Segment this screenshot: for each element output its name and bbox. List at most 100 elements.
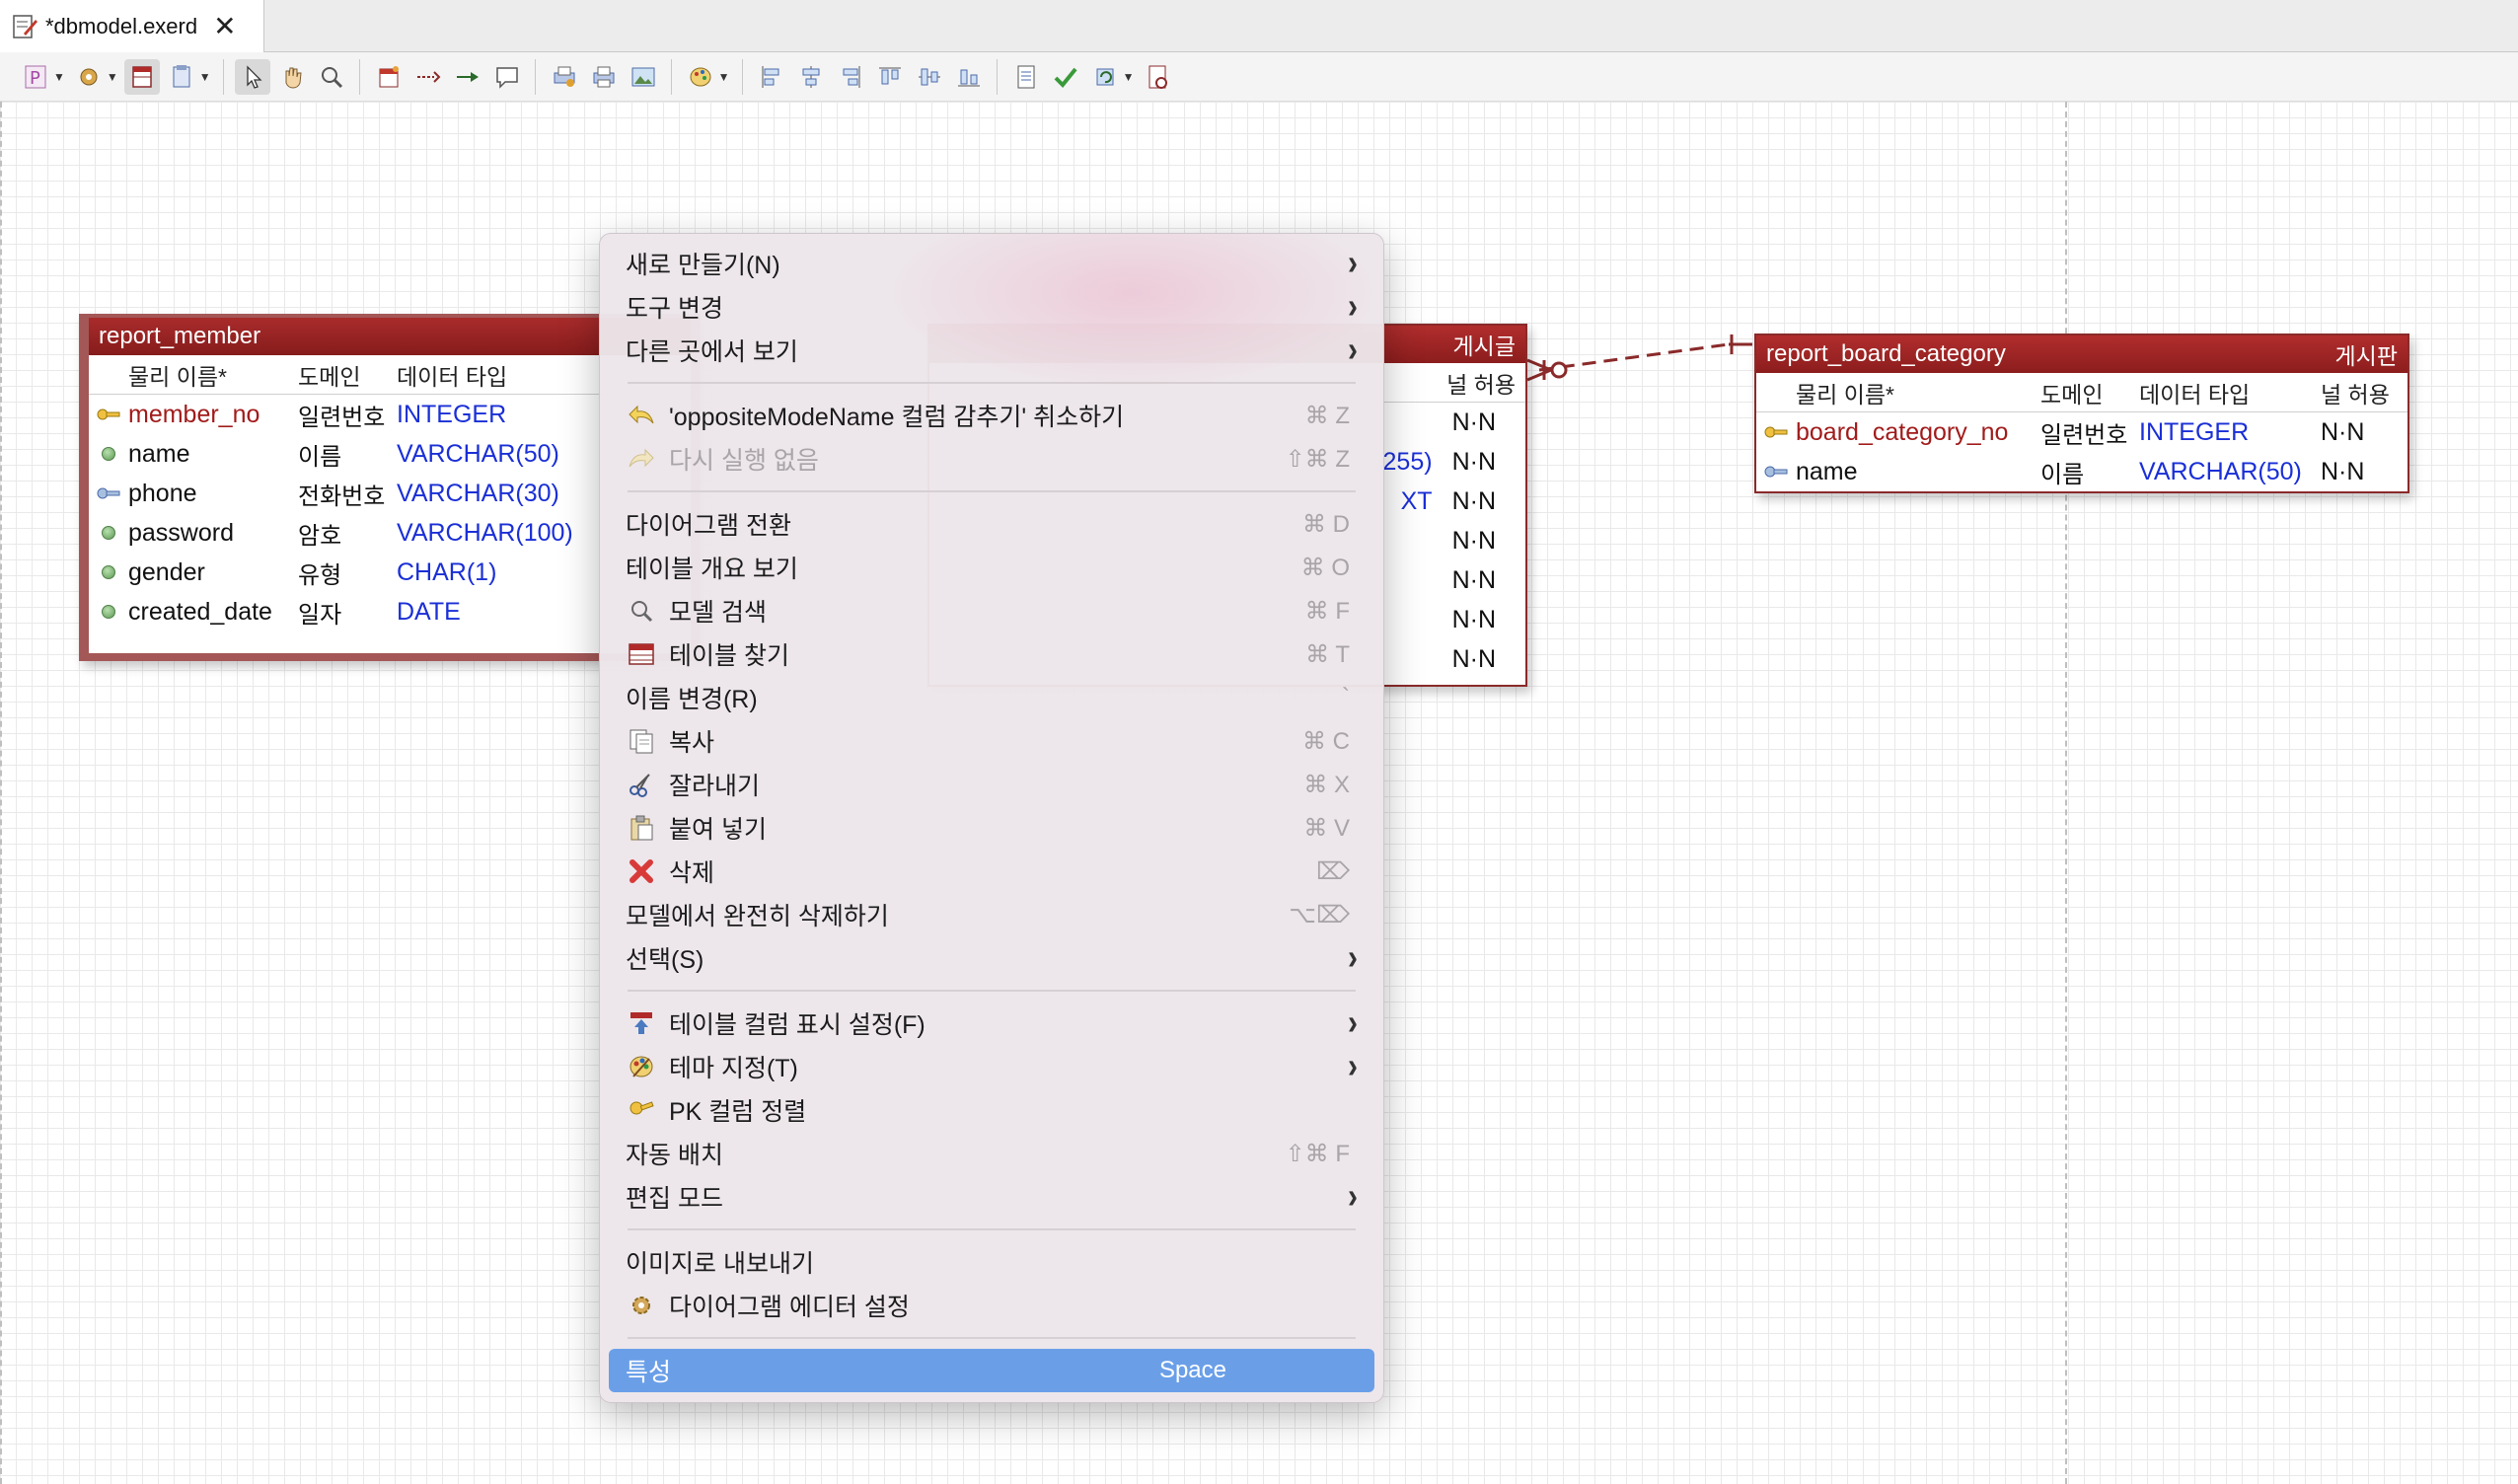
column-data-type: DATE [397,597,461,626]
column-physical-name: gender [128,557,205,586]
submenu-chevron-icon: › [1348,937,1358,978]
print-setup-icon[interactable] [547,59,582,95]
doc-icon[interactable] [1008,59,1044,95]
menu-item-auto-layout[interactable]: 자동 배치 ⇧⌘ F [600,1132,1383,1175]
menu-item-pk-sort[interactable]: PK 컬럼 정렬 [600,1088,1383,1132]
column-row[interactable]: board_category_no 일련번호 INTEGER N·N [1756,412,2407,452]
menu-item-shortcut: ⌘ T [1305,640,1350,668]
column-row[interactable]: name 이름 VARCHAR(50) N·N [1756,452,2407,491]
menu-item-edit-mode[interactable]: 편집 모드 › [600,1175,1383,1219]
menu-item-properties[interactable]: 특성 Space [609,1349,1374,1392]
editor-tab-dbmodel[interactable]: *dbmodel.exerd ✕ [0,0,264,52]
column-icon [89,565,128,579]
menu-item-delete[interactable]: 삭제 ⌦ [600,850,1383,893]
menu-item-redo[interactable]: 다시 실행 없음 ⇧⌘ Z [600,437,1383,481]
menu-item-show-in[interactable]: 다른 곳에서 보기 › [600,329,1383,372]
theme-palette-icon [626,1051,657,1082]
image-icon[interactable] [626,59,661,95]
menu-item-shortcut: ⌘ Z [1304,402,1350,429]
menu-item-export-image[interactable]: 이미지로 내보내기 [600,1240,1383,1284]
align-top-icon[interactable] [872,59,908,95]
menu-item-label: PK 컬럼 정렬 [669,1098,807,1126]
menu-item-new[interactable]: 새로 만들기(N) › [600,242,1383,285]
key-icon [626,1094,657,1126]
toolbar-separator [996,58,999,95]
menu-item-label: 잘라내기 [669,773,761,800]
menu-item-label: 이름 변경(R) [626,686,758,713]
menu-item-undo[interactable]: 'oppositeModeName 컬럼 감추기' 취소하기 ⌘ Z [600,394,1383,437]
menu-item-label: 자동 배치 [626,1142,723,1169]
submenu-chevron-icon: › [1348,1046,1358,1086]
object-icon[interactable] [71,59,107,95]
menu-item-select[interactable]: 선택(S) › [600,936,1383,980]
validate-icon[interactable] [1048,59,1083,95]
align-center-icon[interactable] [793,59,829,95]
align-middle-icon[interactable] [912,59,947,95]
submenu-chevron-icon: › [1348,330,1358,370]
entity-header[interactable]: report_board_category 게시판 [1756,335,2407,373]
print-icon[interactable] [586,59,622,95]
entity-report-board-category[interactable]: report_board_category 게시판 물리 이름* 도메인 데이터… [1754,334,2409,493]
menu-item-switch-diagram[interactable]: 다이어그램 전환 ⌘ D [600,502,1383,546]
hand-icon[interactable] [274,59,310,95]
menu-item-find-table[interactable]: 테이블 찾기 ⌘ T [600,632,1383,676]
menu-item-shortcut: ⌦ [1316,857,1350,885]
submenu-chevron-icon: › [1348,286,1358,327]
align-right-icon[interactable] [833,59,868,95]
theme-icon[interactable] [683,59,718,95]
column-nullable: N·N [1451,447,1496,476]
entity-logical-name: 게시글 [1452,334,1516,359]
undo-icon [626,400,657,431]
col-header-nullable: 널 허용 [2321,381,2390,408]
col-header-data-type: 데이터 타입 [2139,381,2251,408]
sync-icon[interactable] [1087,59,1123,95]
menu-item-label: 이미지로 내보내기 [626,1250,814,1278]
align-left-icon[interactable] [754,59,789,95]
table-view-icon[interactable] [123,58,160,95]
menu-item-table-overview[interactable]: 테이블 개요 보기 ⌘ O [600,546,1383,589]
entity-logical-name: 게시판 [2334,343,2398,369]
menu-item-change-tool[interactable]: 도구 변경 › [600,285,1383,329]
relation-icon[interactable] [410,59,446,95]
zoom-icon[interactable] [314,59,349,95]
schema-icon[interactable]: P [18,59,53,95]
menu-item-editor-settings[interactable]: 다이어그램 에디터 설정 [600,1284,1383,1327]
menu-item-search-model[interactable]: 모델 검색 ⌘ F [600,589,1383,632]
menu-item-label: 새로 만들기(N) [626,252,780,279]
theme-dropdown-icon[interactable]: ▼ [718,70,730,84]
menu-item-shortcut: ⌘ X [1303,771,1350,798]
submenu-chevron-icon: › [1348,1002,1358,1043]
note-icon[interactable] [489,59,525,95]
menu-item-paste[interactable]: 붙여 넣기 ⌘ V [600,806,1383,850]
diagram-toolbar: P ▼ ▼ ▼ ▼ ▼ [0,52,2518,102]
table-icon[interactable] [371,59,407,95]
column-domain: 이름 [2040,461,2085,488]
menu-item-rename[interactable]: 이름 변경(R) ` [600,676,1383,719]
column-data-type: VARCHAR(30) [397,479,559,507]
menu-item-cut[interactable]: 잘라내기 ⌘ X [600,763,1383,806]
primary-key-icon [1756,424,1796,440]
gear-icon [626,1290,657,1321]
column-domain: 유형 [298,561,342,589]
menu-item-copy[interactable]: 복사 ⌘ C [600,719,1383,763]
menu-item-delete-from-model[interactable]: 모델에서 완전히 삭제하기 ⌥⌦ [600,893,1383,936]
menu-item-column-display[interactable]: 테이블 컬럼 표시 설정(F) › [600,1002,1383,1045]
close-tab-icon[interactable]: ✕ [213,12,236,40]
relation2-icon[interactable] [450,59,485,95]
report-icon[interactable] [1140,59,1175,95]
page-icon[interactable] [164,59,199,95]
column-data-type: VARCHAR(50) [397,439,559,468]
sync-dropdown-icon[interactable]: ▼ [1123,70,1135,84]
align-bottom-icon[interactable] [951,59,987,95]
column-data-type: INTEGER [2139,417,2250,446]
menu-item-theme[interactable]: 테마 지정(T) › [600,1045,1383,1088]
menu-item-label: 편집 모드 [626,1185,723,1213]
entity-name: report_member [99,323,261,349]
column-data-type: 255) [1382,447,1433,476]
page-dropdown-icon[interactable]: ▼ [199,70,211,84]
toolbar-separator [222,58,225,95]
select-icon[interactable] [234,58,270,95]
object-dropdown-icon[interactable]: ▼ [107,70,118,84]
column-data-type: VARCHAR(100) [397,518,573,547]
schema-dropdown-icon[interactable]: ▼ [53,70,65,84]
